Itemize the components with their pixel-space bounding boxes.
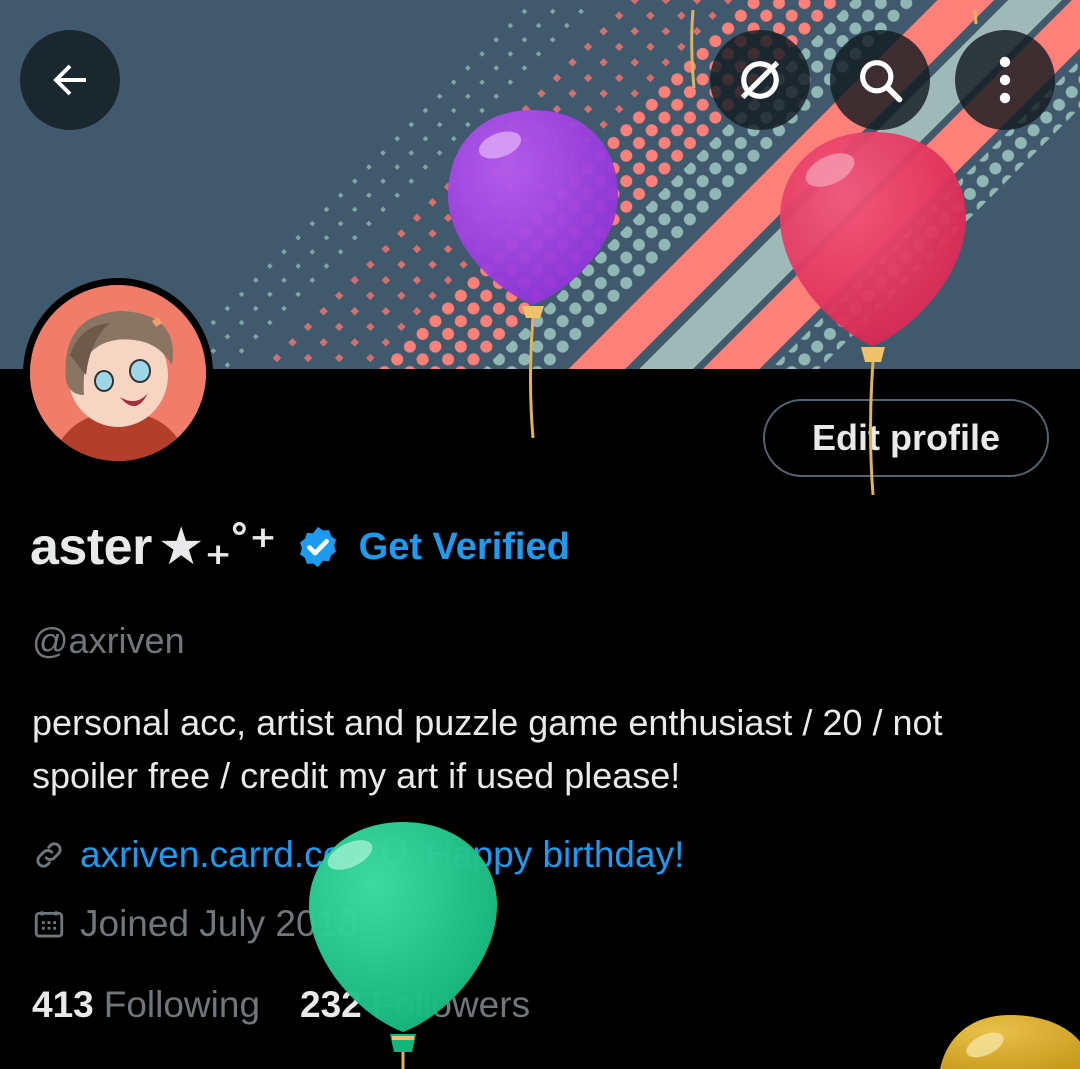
edit-profile-button[interactable]: Edit profile [763, 399, 1049, 477]
back-button[interactable] [20, 30, 120, 130]
following-count: 413 [32, 984, 94, 1025]
link-icon [36, 842, 62, 868]
name-row: aster ★₊˚⁺ Get Verified [30, 515, 570, 579]
following-label: Following [103, 984, 261, 1025]
following-stat[interactable]: 413 Following [32, 984, 260, 1026]
balloon-icon [382, 836, 407, 870]
balloon-yellow [940, 1015, 1080, 1069]
follow-stats: 413 Following 232 Followers [32, 984, 570, 1026]
profile-meta-links: axriven.carrd.co Happy birthday! [32, 834, 684, 876]
display-name: aster [30, 518, 152, 576]
avatar-image [30, 285, 206, 461]
more-vertical-icon [999, 56, 1011, 104]
followers-count: 232 [300, 984, 362, 1025]
get-verified-link[interactable]: Get Verified [359, 526, 570, 569]
search-icon [860, 60, 903, 103]
verified-badge-icon[interactable] [295, 524, 341, 570]
joined-date: Joined July 2018 [80, 903, 358, 944]
arrow-left-icon [53, 64, 86, 96]
website-link[interactable]: axriven.carrd.co [80, 834, 343, 876]
name-decoration: ★₊˚⁺ [157, 518, 277, 576]
bio: personal acc, artist and puzzle game ent… [32, 702, 943, 796]
grok-button[interactable] [710, 30, 810, 130]
calendar-icon [34, 911, 64, 938]
more-options-button[interactable] [955, 30, 1055, 130]
search-button[interactable] [830, 30, 930, 130]
avatar[interactable] [23, 278, 213, 468]
followers-stat[interactable]: 232 Followers [300, 984, 530, 1026]
birthday-link[interactable]: Happy birthday! [425, 834, 684, 876]
grok-icon [740, 60, 780, 100]
joined-row: Joined July 2018 [32, 903, 358, 945]
followers-label: Followers [371, 984, 531, 1025]
handle: @axriven [32, 620, 185, 661]
